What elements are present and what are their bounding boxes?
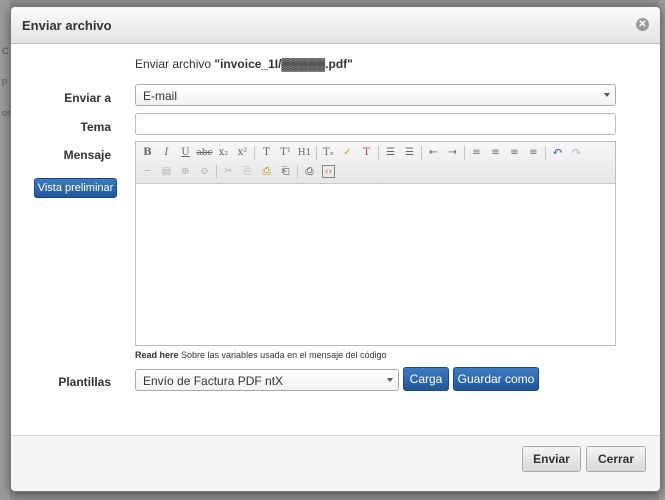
font-size-icon[interactable]: T¹ bbox=[276, 144, 295, 161]
subject-input[interactable] bbox=[135, 113, 616, 135]
toolbar-separator bbox=[378, 145, 379, 160]
message-editor: B I U abc x₂ x² T T¹ H1 Tₓ ✓ T ☰ ☰ ⇤ ⇥ ≡… bbox=[135, 141, 616, 346]
superscript-icon[interactable]: x² bbox=[233, 144, 252, 161]
load-template-button[interactable]: Carga bbox=[403, 367, 449, 391]
paste-text-icon[interactable]: ⎗ bbox=[276, 163, 295, 180]
help-description: Sobre las variables usada en el mensaje … bbox=[178, 350, 387, 360]
templates-select[interactable]: Envío de Factura PDF ntX bbox=[135, 369, 399, 391]
heading-icon[interactable]: H1 bbox=[295, 144, 314, 161]
chevron-down-icon bbox=[604, 93, 610, 97]
unlink-icon[interactable]: ⊖ bbox=[195, 163, 214, 180]
editor-toolbar-row-2: ─ ▤ ⊕ ⊖ ✂ ⎘ ⎙ ⎗ ⎙ ‹› bbox=[138, 162, 613, 181]
close-icon[interactable]: ✕ bbox=[636, 18, 649, 31]
message-label: Mensaje bbox=[63, 148, 111, 162]
toolbar-separator bbox=[421, 145, 422, 160]
save-as-template-button[interactable]: Guardar como bbox=[453, 367, 539, 391]
align-justify-icon[interactable]: ≡ bbox=[524, 144, 543, 161]
editor-toolbar-row-1: B I U abc x₂ x² T T¹ H1 Tₓ ✓ T ☰ ☰ ⇤ ⇥ ≡… bbox=[138, 143, 613, 162]
bullet-list-icon[interactable]: ☰ bbox=[381, 144, 400, 161]
templates-label: Plantillas bbox=[58, 375, 111, 389]
toolbar-separator bbox=[464, 145, 465, 160]
horizontal-rule-icon[interactable]: ─ bbox=[138, 163, 157, 180]
toolbar-separator bbox=[545, 145, 546, 160]
subject-label: Tema bbox=[80, 120, 111, 134]
outdent-icon[interactable]: ⇤ bbox=[424, 144, 443, 161]
editor-toolbar: B I U abc x₂ x² T T¹ H1 Tₓ ✓ T ☰ ☰ ⇤ ⇥ ≡… bbox=[136, 142, 615, 184]
align-left-icon[interactable]: ≡ bbox=[467, 144, 486, 161]
indent-icon[interactable]: ⇥ bbox=[443, 144, 462, 161]
send-to-label: Enviar a bbox=[64, 91, 111, 105]
undo-icon[interactable]: ↶ bbox=[548, 144, 567, 161]
dialog-header: Enviar archivo ✕ bbox=[11, 7, 660, 44]
file-line: Enviar archivo "invoice_1I/▓▓▓▓▓.pdf" bbox=[135, 57, 353, 71]
clear-style-icon[interactable]: T bbox=[357, 144, 376, 161]
align-right-icon[interactable]: ≡ bbox=[505, 144, 524, 161]
toolbar-separator bbox=[254, 145, 255, 160]
subscript-icon[interactable]: x₂ bbox=[214, 144, 233, 161]
print-icon[interactable]: ⎙ bbox=[300, 163, 319, 180]
font-family-icon[interactable]: T bbox=[257, 144, 276, 161]
background-page-edge: C p os bbox=[0, 0, 12, 500]
table-icon[interactable]: ▤ bbox=[157, 163, 176, 180]
toolbar-separator bbox=[216, 164, 217, 179]
toolbar-separator bbox=[316, 145, 317, 160]
underline-icon[interactable]: U bbox=[176, 144, 195, 161]
read-here-link[interactable]: Read here bbox=[135, 350, 179, 360]
file-name: "invoice_1I/▓▓▓▓▓.pdf" bbox=[214, 57, 353, 71]
send-to-value: E-mail bbox=[143, 89, 178, 103]
send-button[interactable]: Enviar bbox=[522, 446, 581, 472]
dialog-title: Enviar archivo bbox=[22, 18, 112, 33]
send-to-select[interactable]: E-mail bbox=[135, 84, 616, 106]
italic-icon[interactable]: I bbox=[157, 144, 176, 161]
templates-value: Envío de Factura PDF ntX bbox=[143, 374, 284, 388]
redo-icon[interactable]: ↷ bbox=[567, 144, 586, 161]
numbered-list-icon[interactable]: ☰ bbox=[400, 144, 419, 161]
file-line-prefix: Enviar archivo bbox=[135, 57, 215, 71]
remove-format-icon[interactable]: Tₓ bbox=[319, 144, 338, 161]
paste-icon[interactable]: ⎙ bbox=[257, 163, 276, 180]
strikethrough-icon[interactable]: abc bbox=[195, 144, 214, 161]
bold-icon[interactable]: B bbox=[138, 144, 157, 161]
send-file-dialog: Enviar archivo ✕ Enviar archivo "invoice… bbox=[10, 6, 661, 492]
preview-button[interactable]: Vista preliminar bbox=[34, 178, 117, 198]
link-icon[interactable]: ⊕ bbox=[176, 163, 195, 180]
close-button[interactable]: Cerrar bbox=[586, 446, 646, 472]
align-center-icon[interactable]: ≡ bbox=[486, 144, 505, 161]
toolbar-separator bbox=[297, 164, 298, 179]
message-body-textarea[interactable] bbox=[136, 184, 615, 345]
chevron-down-icon bbox=[387, 378, 393, 382]
copy-icon[interactable]: ⎘ bbox=[238, 163, 257, 180]
cut-icon[interactable]: ✂ bbox=[219, 163, 238, 180]
text-color-icon[interactable]: ✓ bbox=[338, 144, 357, 161]
source-code-icon[interactable]: ‹› bbox=[322, 165, 335, 178]
dialog-footer: Enviar Cerrar bbox=[11, 435, 660, 491]
variables-help-text: Read here Sobre las variables usada en e… bbox=[135, 350, 387, 360]
